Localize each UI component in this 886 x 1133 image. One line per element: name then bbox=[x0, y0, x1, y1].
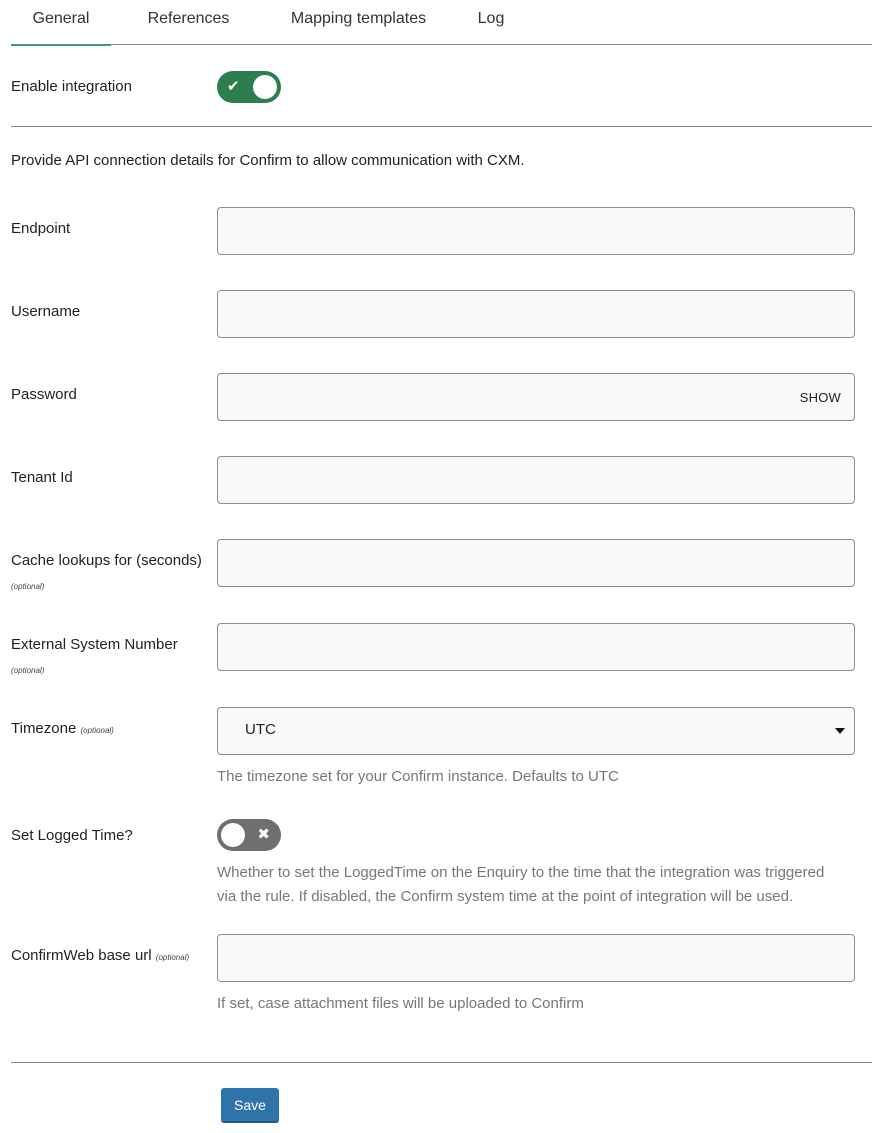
tab-log-label: Log bbox=[477, 10, 505, 27]
timezone-label-row: Timezone (optional) bbox=[11, 720, 114, 737]
tab-log[interactable]: Log bbox=[451, 0, 531, 45]
tab-bar: General References Mapping templates Log bbox=[11, 0, 872, 46]
password-input[interactable] bbox=[218, 374, 854, 420]
toggle-knob bbox=[221, 823, 245, 847]
intro-text: Provide API connection details for Confi… bbox=[11, 152, 525, 169]
set-logged-time-toggle[interactable]: ✖ bbox=[217, 819, 281, 851]
confirmweb-url-input[interactable] bbox=[218, 935, 854, 981]
timezone-label: Timezone bbox=[11, 720, 77, 737]
check-icon: ✔ bbox=[227, 78, 240, 95]
toggle-knob bbox=[253, 75, 277, 99]
cache-lookups-optional-hint: (optional) bbox=[11, 582, 45, 591]
caret-down-icon bbox=[835, 728, 845, 734]
external-system-number-input[interactable] bbox=[218, 624, 854, 670]
enable-integration-toggle[interactable]: ✔ bbox=[217, 71, 281, 103]
set-logged-time-label: Set Logged Time? bbox=[11, 827, 133, 844]
password-label: Password bbox=[11, 386, 77, 403]
set-logged-time-help-line2: via the rule. If disabled, the Confirm s… bbox=[217, 888, 794, 905]
username-field-wrapper bbox=[217, 290, 855, 338]
show-password-button[interactable]: SHOW bbox=[800, 390, 841, 405]
tab-references[interactable]: References bbox=[111, 0, 266, 45]
confirmweb-url-optional-hint: (optional) bbox=[155, 953, 190, 962]
cache-lookups-input[interactable] bbox=[218, 540, 854, 586]
cache-lookups-label: Cache lookups for (seconds) bbox=[11, 552, 202, 569]
timezone-optional-hint: (optional) bbox=[80, 726, 114, 735]
endpoint-label: Endpoint bbox=[11, 220, 71, 237]
username-input[interactable] bbox=[218, 291, 854, 337]
x-icon: ✖ bbox=[257, 826, 270, 843]
external-system-number-optional-hint: (optional) bbox=[11, 666, 45, 675]
username-label: Username bbox=[11, 303, 81, 320]
integration-settings-page: General References Mapping templates Log… bbox=[0, 0, 886, 1133]
enable-integration-label: Enable integration bbox=[11, 78, 132, 95]
external-system-number-label: External System Number bbox=[11, 636, 178, 653]
tenant-id-label: Tenant Id bbox=[11, 469, 73, 486]
tab-mapping-templates-label: Mapping templates bbox=[290, 10, 427, 27]
tenant-id-field-wrapper bbox=[217, 456, 855, 504]
confirmweb-url-label: ConfirmWeb base url bbox=[11, 947, 152, 964]
password-field-wrapper: SHOW bbox=[217, 373, 855, 421]
timezone-select[interactable]: UTC bbox=[217, 707, 855, 755]
tab-general-label: General bbox=[32, 10, 90, 27]
confirmweb-url-field-wrapper bbox=[217, 934, 855, 982]
endpoint-field-wrapper bbox=[217, 207, 855, 255]
set-logged-time-help-line1: Whether to set the LoggedTime on the Enq… bbox=[217, 864, 825, 881]
confirmweb-url-help-text: If set, case attachment files will be up… bbox=[217, 995, 584, 1012]
confirmweb-url-label-row: ConfirmWeb base url (optional) bbox=[11, 947, 189, 964]
tenant-id-input[interactable] bbox=[218, 457, 854, 503]
tab-general[interactable]: General bbox=[11, 0, 111, 46]
section-divider bbox=[11, 126, 872, 127]
save-button[interactable]: Save bbox=[221, 1088, 279, 1123]
cache-lookups-field-wrapper bbox=[217, 539, 855, 587]
endpoint-input[interactable] bbox=[218, 208, 854, 254]
tab-references-label: References bbox=[147, 10, 230, 27]
tab-mapping-templates[interactable]: Mapping templates bbox=[266, 0, 451, 45]
external-system-number-field-wrapper bbox=[217, 623, 855, 671]
footer-divider bbox=[11, 1062, 872, 1063]
timezone-help-text: The timezone set for your Confirm instan… bbox=[217, 768, 619, 785]
timezone-selected-value: UTC bbox=[245, 721, 276, 738]
